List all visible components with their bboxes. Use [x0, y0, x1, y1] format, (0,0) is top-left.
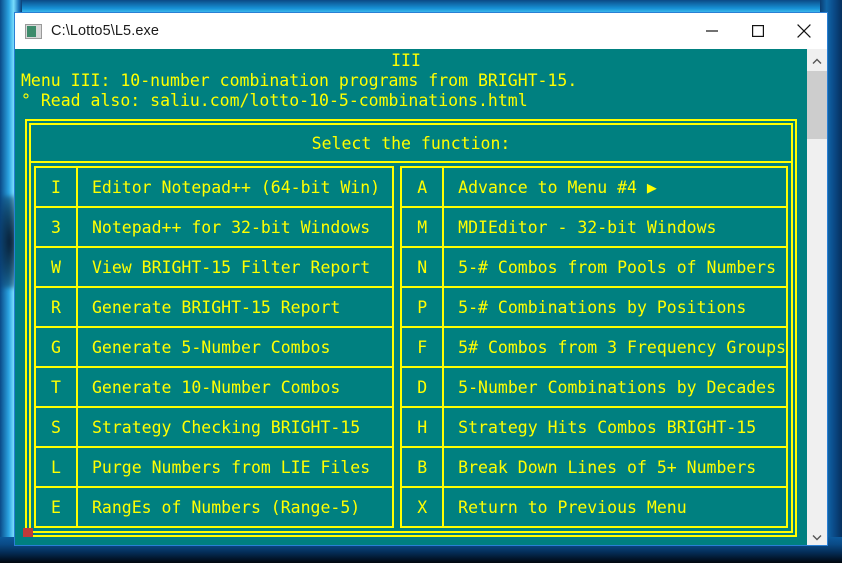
menu-row[interactable]: S Strategy Checking BRIGHT-15	[36, 408, 393, 448]
console-window: C:\Lotto5\L5.exe III Menu III: 10-number…	[14, 12, 828, 546]
menu-reference-link-line: ° Read also: saliu.com/lotto-10-5-combin…	[21, 91, 528, 110]
menu-row-key: A	[402, 168, 445, 206]
menu-row-key: I	[36, 168, 78, 206]
menu-row[interactable]: T Generate 10-Number Combos	[36, 368, 393, 408]
console-output[interactable]: III Menu III: 10-number combination prog…	[15, 49, 807, 545]
menu-row-label: 5-Number Combinations by Decades	[458, 377, 777, 397]
menu-description-line: Menu III: 10-number combination programs…	[21, 71, 578, 90]
menu-row[interactable]: G Generate 5-Number Combos	[36, 328, 393, 368]
menu-column-right: A Advance to Menu #4 ▶ M MDIEditor - 32-bit…	[400, 166, 788, 528]
menu-row-label: Notepad++ for 32-bit Windows	[92, 217, 371, 237]
scroll-down-button[interactable]	[807, 525, 827, 545]
menu-columns: I Editor Notepad++ (64-bit Win) 3 Notepad++…	[31, 163, 791, 531]
menu-row-key: S	[36, 408, 78, 446]
menu-row-key: G	[36, 328, 78, 366]
menu-row-key: F	[402, 328, 445, 366]
client-area: III Menu III: 10-number combination prog…	[15, 49, 827, 545]
menu-row-key: H	[402, 408, 445, 446]
close-button[interactable]	[781, 13, 827, 49]
menu-row[interactable]: M MDIEditor - 32-bit Windows	[402, 208, 786, 248]
menu-row-key: P	[402, 288, 445, 326]
close-icon	[797, 24, 811, 38]
menu-row-label: View BRIGHT-15 Filter Report	[92, 257, 371, 277]
menu-row[interactable]: 3 Notepad++ for 32-bit Windows	[36, 208, 393, 248]
menu-row[interactable]: P 5-# Combinations by Positions	[402, 288, 786, 328]
menu-row-label: MDIEditor - 32-bit Windows	[458, 217, 717, 237]
menu-row[interactable]: N 5-# Combos from Pools of Numbers	[402, 248, 786, 288]
menu-row-key: M	[402, 208, 445, 246]
menu-row-label: Generate 10-Number Combos	[92, 377, 341, 397]
menu-row[interactable]: F 5# Combos from 3 Frequency Groups	[402, 328, 786, 368]
menu-row[interactable]: W View BRIGHT-15 Filter Report	[36, 248, 393, 288]
maximize-icon	[752, 25, 764, 37]
window-title: C:\Lotto5\L5.exe	[51, 23, 160, 39]
menu-row-key: B	[402, 448, 445, 486]
select-function-prompt: Select the function:	[31, 125, 791, 163]
minimize-button[interactable]	[689, 13, 735, 49]
menu-row-label: RangEs of Numbers (Range-5)	[92, 497, 361, 517]
menu-row-label: Advance to Menu #4 ▶	[458, 177, 657, 197]
menu-row-label: Generate BRIGHT-15 Report	[92, 297, 341, 317]
menu-row-key: L	[36, 448, 78, 486]
menu-row-label: Purge Numbers from LIE Files	[92, 457, 371, 477]
menu-row-key: R	[36, 288, 78, 326]
menu-row[interactable]: D 5-Number Combinations by Decades	[402, 368, 786, 408]
menu-row-key: W	[36, 248, 78, 286]
menu-row[interactable]: H Strategy Hits Combos BRIGHT-15	[402, 408, 786, 448]
console-cursor	[23, 528, 33, 537]
maximize-button[interactable]	[735, 13, 781, 49]
console-app-icon	[25, 23, 42, 39]
scrollbar-thumb[interactable]	[807, 71, 827, 139]
menu-row-key: D	[402, 368, 445, 406]
minimize-icon	[706, 25, 718, 37]
menu-frame: Select the function: I Editor Notepad++ (…	[25, 119, 797, 537]
desktop-background: C:\Lotto5\L5.exe III Menu III: 10-number…	[0, 0, 842, 563]
menu-row-key: E	[36, 488, 78, 526]
menu-row-label: Strategy Hits Combos BRIGHT-15	[458, 417, 757, 437]
menu-row-label: Break Down Lines of 5+ Numbers	[458, 457, 757, 477]
menu-row-label: Generate 5-Number Combos	[92, 337, 331, 357]
chevron-down-icon	[812, 526, 822, 545]
menu-row[interactable]: A Advance to Menu #4 ▶	[402, 168, 786, 208]
menu-row-label: 5-# Combos from Pools of Numbers	[458, 257, 777, 277]
menu-frame-inner: Select the function: I Editor Notepad++ (…	[29, 123, 793, 533]
menu-row-label: Editor Notepad++ (64-bit Win)	[92, 177, 381, 197]
menu-row-label: 5-# Combinations by Positions	[458, 297, 747, 317]
menu-row-key: 3	[36, 208, 78, 246]
menu-row[interactable]: E RangEs of Numbers (Range-5)	[36, 488, 393, 528]
menu-row-key: N	[402, 248, 445, 286]
chevron-up-icon	[812, 50, 822, 69]
menu-row[interactable]: B Break Down Lines of 5+ Numbers	[402, 448, 786, 488]
menu-row[interactable]: L Purge Numbers from LIE Files	[36, 448, 393, 488]
menu-row-key: X	[402, 488, 445, 526]
title-bar-left: C:\Lotto5\L5.exe	[15, 23, 159, 39]
window-controls	[689, 13, 827, 49]
scrollbar-track[interactable]	[807, 69, 827, 525]
title-bar[interactable]: C:\Lotto5\L5.exe	[15, 13, 827, 49]
menu-row[interactable]: R Generate BRIGHT-15 Report	[36, 288, 393, 328]
vertical-scrollbar[interactable]	[807, 49, 827, 545]
scroll-up-button[interactable]	[807, 49, 827, 69]
menu-row-label: Return to Previous Menu	[458, 497, 687, 517]
menu-column-left: I Editor Notepad++ (64-bit Win) 3 Notepad++…	[34, 166, 395, 528]
menu-row-key: T	[36, 368, 78, 406]
menu-row-label: Strategy Checking BRIGHT-15	[92, 417, 361, 437]
menu-roman-numeral: III	[391, 51, 421, 70]
menu-row[interactable]: X Return to Previous Menu	[402, 488, 786, 528]
menu-row[interactable]: I Editor Notepad++ (64-bit Win)	[36, 168, 393, 208]
menu-row-label: 5# Combos from 3 Frequency Groups	[458, 337, 786, 357]
